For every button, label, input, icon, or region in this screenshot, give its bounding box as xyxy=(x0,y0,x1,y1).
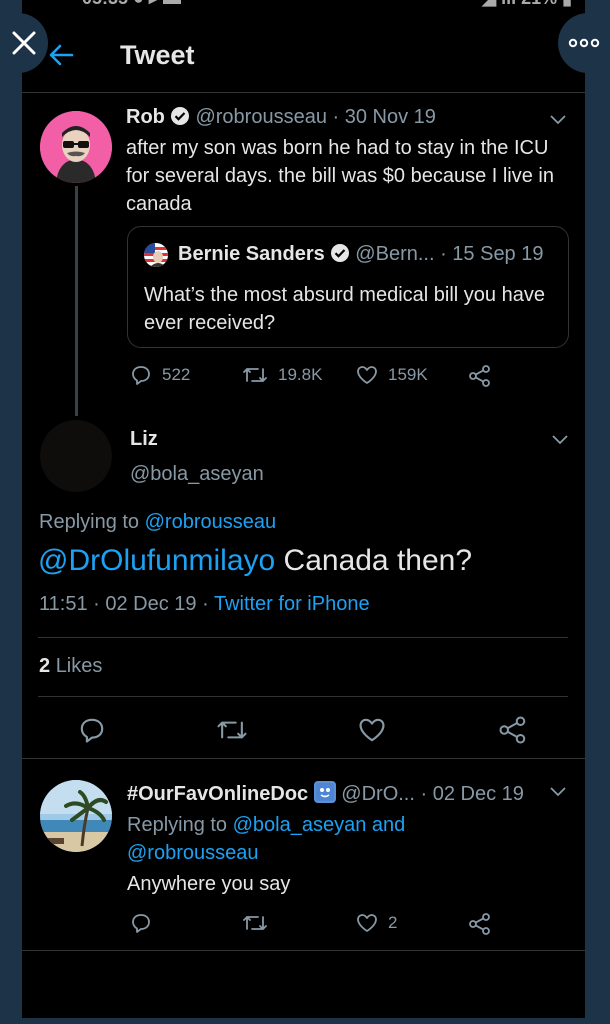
doctor-emoji-icon xyxy=(313,781,336,803)
like-icon xyxy=(357,914,377,932)
status-bar: 05:35 ● ▸ ▬ ◢ ıll 21% ▮ xyxy=(62,0,572,8)
tweet-header: #OurFavOnlineDoc @DrO... · 02 Dec 19 xyxy=(127,781,524,806)
quote-date: · 15 Sep 19 xyxy=(440,243,544,265)
thread-line xyxy=(75,186,78,416)
divider xyxy=(38,637,568,638)
avatar-rob[interactable] xyxy=(40,111,112,183)
author-handle[interactable]: @robrousseau xyxy=(195,106,326,128)
reply-button[interactable]: 522 xyxy=(130,364,190,386)
more-options-button[interactable] xyxy=(558,13,610,73)
share-button[interactable] xyxy=(468,912,502,936)
replying-to-link[interactable]: @robrousseau xyxy=(145,511,276,533)
replying-to: Replying to @bola_aseyan and @robroussea… xyxy=(127,814,406,864)
avatar-bernie[interactable] xyxy=(144,243,168,267)
avatar-ourfavonlinedoc[interactable] xyxy=(40,780,112,852)
quoted-tweet[interactable]: Bernie Sanders @Bern... · 15 Sep 19 What… xyxy=(127,226,569,348)
tweet-timestamp: 11:51 · 02 Dec 19 · xyxy=(39,593,209,615)
share-button[interactable] xyxy=(498,715,538,745)
divider xyxy=(22,950,585,951)
tweet-text: Canada then? xyxy=(283,544,473,577)
quote-header: Bernie Sanders @Bern... · 15 Sep 19 xyxy=(178,243,544,269)
like-icon xyxy=(357,366,377,384)
focus-tweet-text: @DrOlufunmilayo Canada then? xyxy=(38,544,472,578)
quote-text: What’s the most absurd medical bill you … xyxy=(144,284,545,334)
tweet-meta: 11:51 · 02 Dec 19 · Twitter for iPhone xyxy=(39,593,370,616)
divider xyxy=(22,758,585,759)
reply-button[interactable] xyxy=(78,716,116,744)
quote-author-name: Bernie Sanders xyxy=(178,243,325,265)
author-handle[interactable]: @DrO... xyxy=(341,783,415,805)
like-icon xyxy=(359,718,385,742)
chevron-down-icon[interactable] xyxy=(550,115,566,125)
like-button[interactable]: 2 xyxy=(356,912,397,934)
replying-to: Replying to @robrousseau xyxy=(39,511,277,533)
verified-icon xyxy=(330,243,350,269)
likes-label: Likes xyxy=(55,655,103,677)
retweet-button[interactable] xyxy=(216,716,258,744)
share-icon xyxy=(469,365,490,387)
likes-summary[interactable]: 2 Likes xyxy=(39,655,102,678)
divider xyxy=(38,696,568,697)
divider xyxy=(22,92,585,93)
reply-icon xyxy=(132,914,150,933)
author-name[interactable]: Liz xyxy=(130,428,158,451)
tweet-date: · 02 Dec 19 xyxy=(420,783,524,805)
more-icon xyxy=(568,38,600,48)
like-count: 159K xyxy=(388,365,428,384)
quote-author-handle: @Bern... xyxy=(355,243,435,265)
share-icon xyxy=(469,913,490,935)
like-button[interactable]: 159K xyxy=(356,364,428,386)
chevron-down-icon[interactable] xyxy=(552,435,568,445)
share-icon xyxy=(499,716,526,744)
replying-to-link[interactable]: @robrousseau xyxy=(127,842,258,864)
replying-to-link[interactable]: @bola_aseyan xyxy=(233,814,367,836)
close-icon xyxy=(12,31,36,55)
author-name[interactable]: Rob xyxy=(126,106,165,128)
verified-icon xyxy=(170,106,190,132)
author-handle[interactable]: @bola_aseyan xyxy=(130,463,264,486)
likes-count: 2 xyxy=(39,655,51,677)
chevron-down-icon[interactable] xyxy=(550,787,566,797)
back-arrow-icon[interactable] xyxy=(46,40,76,70)
like-count: 2 xyxy=(388,913,398,932)
like-button[interactable] xyxy=(358,716,396,744)
avatar-liz[interactable] xyxy=(40,420,112,492)
tweet-text: Anywhere you say xyxy=(127,873,291,895)
retweet-icon xyxy=(243,916,267,930)
retweet-icon xyxy=(243,368,267,382)
reply-button[interactable] xyxy=(130,912,162,934)
share-button[interactable] xyxy=(468,364,502,388)
tweet-header: Rob @robrousseau · 30 Nov 19 xyxy=(126,106,436,132)
author-name[interactable]: #OurFavOnlineDoc xyxy=(127,783,308,805)
tweet-screen: 05:35 ● ▸ ▬ ◢ ıll 21% ▮ Tweet Rob @robro… xyxy=(22,0,585,1018)
reply-icon xyxy=(132,366,150,385)
retweet-button[interactable]: 19.8K xyxy=(242,364,322,386)
reply-icon xyxy=(80,718,104,743)
tweet-source-link[interactable]: Twitter for iPhone xyxy=(214,593,370,615)
page-title: Tweet xyxy=(120,40,195,70)
tweet-text: after my son was born he had to stay in … xyxy=(126,137,554,215)
reply-count: 522 xyxy=(162,365,191,384)
retweet-count: 19.8K xyxy=(278,365,323,384)
retweet-button[interactable] xyxy=(242,912,278,934)
retweet-icon xyxy=(217,721,247,739)
mention-link[interactable]: @DrOlufunmilayo xyxy=(38,544,275,577)
tweet-date: · 30 Nov 19 xyxy=(332,106,436,128)
